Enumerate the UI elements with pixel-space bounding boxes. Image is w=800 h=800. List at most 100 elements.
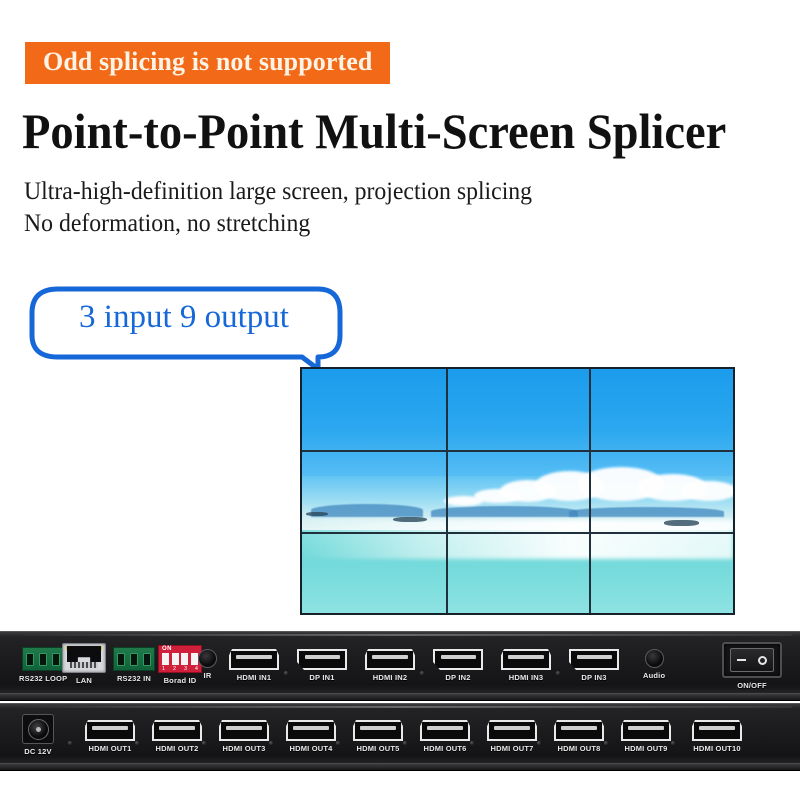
port-label: RS232 IN — [116, 674, 152, 683]
panel-highlight — [8, 634, 792, 636]
panel-screw — [202, 741, 206, 745]
video-wall — [300, 367, 735, 615]
panel-screw — [284, 671, 288, 675]
dip-num: 2 — [172, 665, 177, 672]
panel-screw — [470, 741, 474, 745]
panel-screw — [537, 741, 541, 745]
port-hdmi-out2[interactable]: HDMI OUT2 — [152, 720, 202, 753]
dip-switch-board-id[interactable]: ON 1 2 3 4 Borad ID — [158, 645, 202, 685]
port-audio[interactable]: Audio — [643, 649, 665, 680]
port-ir[interactable]: IR — [198, 649, 217, 680]
hdmi-port-icon — [692, 720, 742, 741]
rj45-icon — [62, 643, 106, 673]
scene-sandbar — [302, 520, 733, 560]
scene-cloud — [444, 495, 483, 506]
hdmi-port-icon — [420, 720, 470, 741]
port-label: ON/OFF — [737, 681, 767, 690]
device-rear-panel-top: RS232 LOOP LAN RS232 IN ON 1 2 3 4 Borad… — [0, 631, 800, 701]
port-label: HDMI OUT9 — [624, 744, 668, 753]
displayport-icon — [297, 649, 347, 670]
panel-screw — [68, 741, 72, 745]
hdmi-port-icon — [286, 720, 336, 741]
port-hdmi-out10[interactable]: HDMI OUT10 — [692, 720, 742, 753]
scene-island — [569, 506, 725, 517]
scene-island — [431, 505, 578, 517]
port-label: LAN — [75, 676, 92, 685]
port-dp-in3[interactable]: DP IN3 — [569, 649, 619, 682]
port-label: HDMI OUT1 — [88, 744, 132, 753]
port-label: HDMI OUT10 — [693, 744, 741, 753]
panel-screw — [420, 671, 424, 675]
port-hdmi-out7[interactable]: HDMI OUT7 — [487, 720, 537, 753]
scene-boat — [306, 511, 328, 517]
video-wall-bezel-h — [302, 450, 733, 453]
port-label: Borad ID — [163, 676, 197, 685]
displayport-icon — [433, 649, 483, 670]
panel-highlight — [8, 706, 792, 708]
dip-num: 1 — [162, 665, 166, 672]
phoenix-terminal-icon — [113, 647, 155, 671]
port-label: HDMI OUT7 — [490, 744, 534, 753]
panel-edge — [0, 763, 800, 770]
power-switch[interactable]: ON/OFF — [722, 642, 782, 690]
panel-screw — [336, 741, 340, 745]
status-badge: Odd splicing is not supported — [25, 42, 391, 84]
port-hdmi-out8[interactable]: HDMI OUT8 — [554, 720, 604, 753]
dip-switch-icon: ON 1 2 3 4 — [158, 645, 202, 673]
hdmi-port-icon — [621, 720, 671, 741]
phoenix-terminal-icon — [22, 647, 65, 671]
port-hdmi-out5[interactable]: HDMI OUT5 — [353, 720, 403, 753]
callout-label: 3 input 9 output — [79, 298, 289, 335]
panel-screw — [671, 741, 675, 745]
scene-cloud — [681, 481, 733, 501]
dc-power-jack-icon — [22, 714, 54, 744]
panel-screw — [556, 671, 560, 675]
port-hdmi-out1[interactable]: HDMI OUT1 — [85, 720, 135, 753]
port-dp-in2[interactable]: DP IN2 — [433, 649, 483, 682]
video-wall-bezel-v — [589, 369, 592, 613]
port-hdmi-out4[interactable]: HDMI OUT4 — [286, 720, 336, 753]
displayport-icon — [569, 649, 619, 670]
port-label: DP IN1 — [309, 673, 335, 682]
port-hdmi-out6[interactable]: HDMI OUT6 — [420, 720, 470, 753]
panel-screw — [269, 741, 273, 745]
port-hdmi-in1[interactable]: HDMI IN1 — [229, 649, 279, 682]
port-label: HDMI OUT8 — [557, 744, 601, 753]
port-label: RS232 LOOP — [19, 674, 68, 683]
hdmi-port-icon — [501, 649, 551, 670]
port-rs232-loop[interactable]: RS232 LOOP — [19, 647, 67, 683]
page-title: Point-to-Point Multi-Screen Splicer — [22, 103, 727, 159]
dip-on-label: ON — [162, 646, 172, 652]
port-label: DC 12V — [24, 747, 52, 756]
device-rear-panel-bottom: DC 12V HDMI OUT1 HDMI OUT2 HDMI OUT3 HDM… — [0, 703, 800, 771]
port-hdmi-out9[interactable]: HDMI OUT9 — [621, 720, 671, 753]
audio-jack-icon — [644, 649, 664, 668]
port-dp-in1[interactable]: DP IN1 — [297, 649, 347, 682]
port-lan[interactable]: LAN — [62, 643, 106, 685]
port-hdmi-in2[interactable]: HDMI IN2 — [365, 649, 415, 682]
port-label: IR — [203, 671, 212, 680]
scene-boat — [392, 516, 427, 522]
port-label: HDMI IN1 — [236, 673, 272, 682]
port-label: HDMI OUT4 — [289, 744, 333, 753]
port-hdmi-out3[interactable]: HDMI OUT3 — [219, 720, 269, 753]
scene-boat — [664, 520, 699, 527]
hdmi-port-icon — [229, 649, 279, 670]
port-dc-12v[interactable]: DC 12V — [22, 714, 54, 756]
subtitle-line-2: No deformation, no stretching — [24, 210, 311, 237]
scene-sky — [302, 369, 733, 477]
panel-edge — [0, 693, 800, 700]
hdmi-port-icon — [353, 720, 403, 741]
port-label: HDMI IN2 — [372, 673, 408, 682]
ir-jack-icon — [198, 649, 217, 668]
hdmi-port-icon — [487, 720, 537, 741]
port-label: DP IN3 — [581, 673, 607, 682]
video-wall-image — [302, 369, 733, 613]
panel-screw — [403, 741, 407, 745]
video-wall-bezel-h — [302, 531, 733, 534]
panel-screw — [135, 741, 139, 745]
panel-screw — [604, 741, 608, 745]
hdmi-port-icon — [554, 720, 604, 741]
port-hdmi-in3[interactable]: HDMI IN3 — [501, 649, 551, 682]
port-rs232-in[interactable]: RS232 IN — [113, 647, 155, 683]
